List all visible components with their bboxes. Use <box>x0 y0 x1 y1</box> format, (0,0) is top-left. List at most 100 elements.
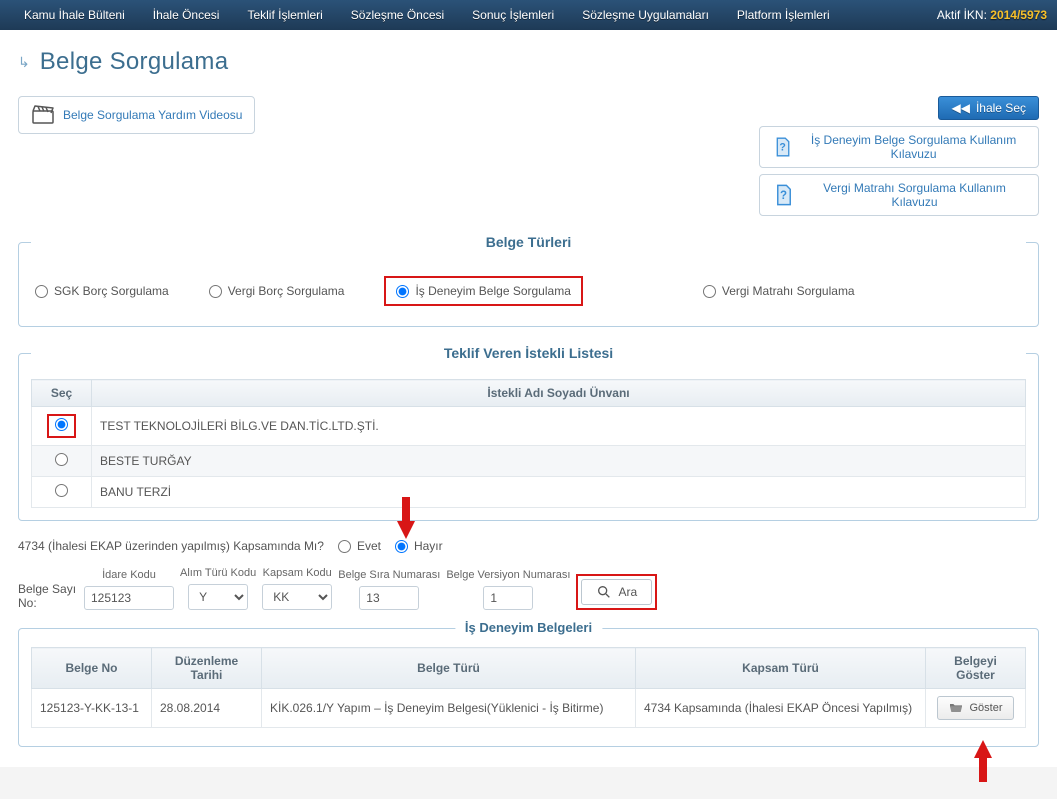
ara-button[interactable]: Ara <box>581 579 652 605</box>
goster-label: Göster <box>969 702 1002 714</box>
input-versiyon[interactable] <box>483 586 533 610</box>
istekli-radio-0[interactable] <box>55 418 68 431</box>
page-header: ↳ Belge Sorgulama <box>0 30 1057 86</box>
radio-sgk[interactable]: SGK Borç Sorgulama <box>35 276 169 306</box>
col-sec: Seç <box>32 380 92 407</box>
document-help-icon: ? <box>772 183 795 207</box>
radio-vergi-borc-input[interactable] <box>209 285 222 298</box>
radio-evet[interactable]: Evet <box>338 539 381 553</box>
clapperboard-icon <box>31 103 55 127</box>
topbar-menus: Kamu İhale Bülteni İhale Öncesi Teklif İ… <box>10 0 844 30</box>
istekli-radio-1[interactable] <box>55 453 68 466</box>
radio-is-deneyim-label: İş Deneyim Belge Sorgulama <box>415 284 570 298</box>
radio-vergi-borc-label: Vergi Borç Sorgulama <box>228 284 345 298</box>
label-sira: Belge Sıra Numarası <box>338 569 440 582</box>
col-goster: Belgeyi Göster <box>926 648 1026 689</box>
label-kapsam: Kapsam Kodu <box>263 567 332 580</box>
radio-evet-input[interactable] <box>338 540 351 553</box>
search-icon <box>596 584 612 600</box>
col-ad: İstekli Adı Soyadı Ünvanı <box>92 380 1026 407</box>
istekli-name-2: BANU TERZİ <box>92 477 1026 508</box>
label-versiyon: Belge Versiyon Numarası <box>446 569 570 582</box>
table-row[interactable]: TEST TEKNOLOJİLERİ BİLG.VE DAN.TİC.LTD.Ş… <box>32 407 1026 446</box>
help-video-label: Belge Sorgulama Yardım Videosu <box>63 108 242 122</box>
label-idare: İdare Kodu <box>102 569 156 582</box>
cell-tarih: 28.08.2014 <box>152 689 262 728</box>
kapsam-question: 4734 (İhalesi EKAP üzerinden yapılmış) K… <box>18 539 324 553</box>
radio-vergi-borc[interactable]: Vergi Borç Sorgulama <box>209 276 345 306</box>
results-table: Belge No Düzenleme Tarihi Belge Türü Kap… <box>31 647 1026 728</box>
table-row: 125123-Y-KK-13-1 28.08.2014 KİK.026.1/Y … <box>32 689 1026 728</box>
menu-sozlesme-oncesi[interactable]: Sözleşme Öncesi <box>337 0 458 30</box>
aktif-ikn-label: Aktif İKN: <box>937 8 987 22</box>
ara-label: Ara <box>618 585 637 599</box>
rewind-icon: ◀◀ <box>951 101 969 115</box>
radio-sgk-label: SGK Borç Sorgulama <box>54 284 169 298</box>
select-kapsam[interactable]: KK <box>262 584 332 610</box>
cell-tur: KİK.026.1/Y Yapım – İş Deneyim Belgesi(Y… <box>262 689 636 728</box>
klavuz-vergi-button[interactable]: ? Vergi Matrahı Sorgulama Kullanım Kılav… <box>759 174 1039 216</box>
menu-sonuc[interactable]: Sonuç İşlemleri <box>458 0 568 30</box>
menu-teklif[interactable]: Teklif İşlemleri <box>233 0 336 30</box>
istekli-radio-2[interactable] <box>55 484 68 497</box>
klavuz-vergi-label: Vergi Matrahı Sorgulama Kullanım Kılavuz… <box>803 181 1026 209</box>
select-alim[interactable]: Y <box>188 584 248 610</box>
folder-open-icon <box>948 700 964 716</box>
belge-turleri-legend: Belge Türleri <box>31 234 1026 250</box>
menu-platform[interactable]: Platform İşlemleri <box>723 0 844 30</box>
menu-sozlesme-uyg[interactable]: Sözleşme Uygulamaları <box>568 0 723 30</box>
ihale-sec-button[interactable]: ◀◀ İhale Seç <box>938 96 1039 120</box>
kapsam-row: 4734 (İhalesi EKAP üzerinden yapılmış) K… <box>18 539 1039 553</box>
belge-types-row: SGK Borç Sorgulama Vergi Borç Sorgulama … <box>31 268 1026 314</box>
document-help-icon: ? <box>772 135 793 159</box>
menu-ihale-oncesi[interactable]: İhale Öncesi <box>139 0 234 30</box>
fields-row: Belge Sayı No: İdare Kodu Alım Türü Kodu… <box>18 567 1039 610</box>
klavuz-is-button[interactable]: ? İş Deneyim Belge Sorgulama Kullanım Kı… <box>759 126 1039 168</box>
radio-hayir-label: Hayır <box>414 539 443 553</box>
cell-kapsam: 4734 Kapsamında (İhalesi EKAP Öncesi Yap… <box>636 689 926 728</box>
cell-belge-no: 125123-Y-KK-13-1 <box>32 689 152 728</box>
svg-text:?: ? <box>780 190 787 202</box>
ihale-sec-label: İhale Seç <box>976 101 1026 115</box>
col-belge-no: Belge No <box>32 648 152 689</box>
table-row[interactable]: BANU TERZİ <box>32 477 1026 508</box>
field-sira: Belge Sıra Numarası <box>338 569 440 610</box>
aktif-ikn: Aktif İKN: 2014/5973 <box>937 8 1047 22</box>
klavuz-is-label: İş Deneyim Belge Sorgulama Kullanım Kıla… <box>801 133 1026 161</box>
right-buttons: ◀◀ İhale Seç ? İş Deneyim Belge Sorgulam… <box>759 96 1039 216</box>
goster-button[interactable]: Göster <box>937 696 1013 720</box>
radio-vergi-matrah-input[interactable] <box>703 285 716 298</box>
istekli-table: Seç İstekli Adı Soyadı Ünvanı TEST TEKNO… <box>31 379 1026 508</box>
menu-kib[interactable]: Kamu İhale Bülteni <box>10 0 139 30</box>
action-row: Belge Sorgulama Yardım Videosu ◀◀ İhale … <box>18 96 1039 216</box>
col-kapsam: Kapsam Türü <box>636 648 926 689</box>
input-sira[interactable] <box>359 586 419 610</box>
radio-evet-label: Evet <box>357 539 381 553</box>
input-idare[interactable] <box>84 586 174 610</box>
radio-hayir[interactable]: Hayır <box>395 539 443 553</box>
breadcrumb-icon: ↳ <box>18 54 30 71</box>
radio-is-deneyim[interactable]: İş Deneyim Belge Sorgulama <box>384 276 582 306</box>
label-alim: Alım Türü Kodu <box>180 567 256 580</box>
radio-hayir-input[interactable] <box>395 540 408 553</box>
help-video-button[interactable]: Belge Sorgulama Yardım Videosu <box>18 96 255 134</box>
page-title: Belge Sorgulama <box>40 48 229 76</box>
aktif-ikn-value: 2014/5973 <box>990 8 1047 22</box>
istekli-name-0: TEST TEKNOLOJİLERİ BİLG.VE DAN.TİC.LTD.Ş… <box>92 407 1026 446</box>
table-row[interactable]: BESTE TURĞAY <box>32 446 1026 477</box>
svg-text:?: ? <box>779 142 785 154</box>
istekli-panel: Teklif Veren İstekli Listesi Seç İstekli… <box>18 345 1039 521</box>
field-idare: İdare Kodu <box>84 569 174 610</box>
belge-turleri-panel: Belge Türleri SGK Borç Sorgulama Vergi B… <box>18 234 1039 327</box>
istekli-legend: Teklif Veren İstekli Listesi <box>31 345 1026 361</box>
radio-is-deneyim-input[interactable] <box>396 285 409 298</box>
field-versiyon: Belge Versiyon Numarası <box>446 569 570 610</box>
belge-sayi-label: Belge Sayı No: <box>18 582 78 610</box>
col-tarih: Düzenleme Tarihi <box>152 648 262 689</box>
radio-vergi-matrah-label: Vergi Matrahı Sorgulama <box>722 284 855 298</box>
results-title: İş Deneyim Belgeleri <box>455 620 602 635</box>
istekli-name-1: BESTE TURĞAY <box>92 446 1026 477</box>
topbar: Kamu İhale Bülteni İhale Öncesi Teklif İ… <box>0 0 1057 30</box>
radio-vergi-matrah[interactable]: Vergi Matrahı Sorgulama <box>703 276 855 306</box>
radio-sgk-input[interactable] <box>35 285 48 298</box>
